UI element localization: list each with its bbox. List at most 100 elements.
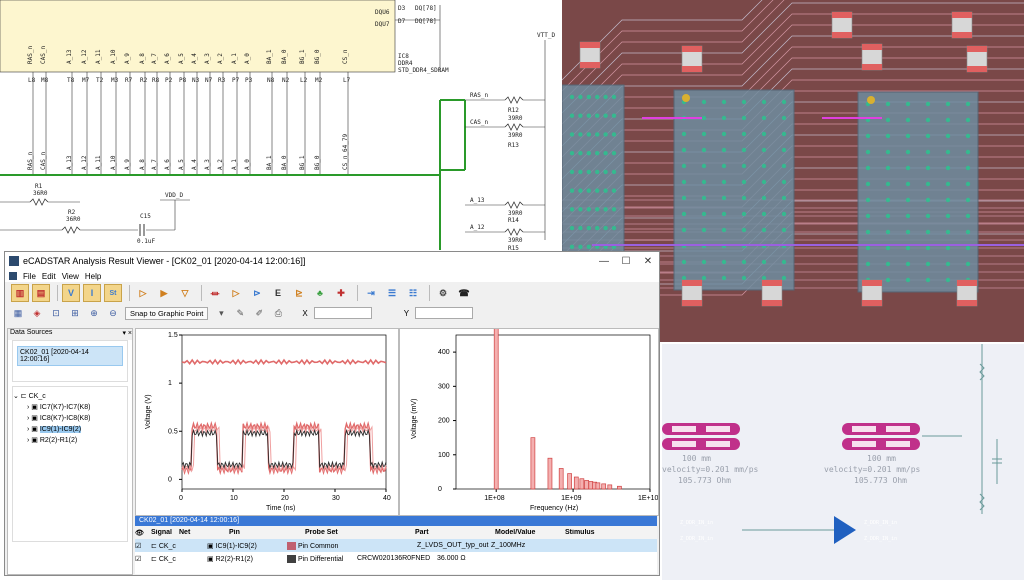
y-axis-label: Voltage (mV) xyxy=(411,399,418,439)
schematic-view[interactable]: DQU6 DQU7 D3 DQ[78] D7 DQ[78] IC8 DDR4 STD_DDR4_… xyxy=(0,0,560,250)
phone-icon[interactable]: ☎ xyxy=(455,284,473,302)
zoom-window-icon[interactable]: ⊡ xyxy=(49,306,63,320)
pin-number: M7 xyxy=(82,77,90,84)
ball-pad xyxy=(741,99,747,105)
ball-pad xyxy=(701,131,707,137)
tline-canvas: 100 mm velocity=0.201 mm/ps 105.773 Ohm 100… xyxy=(662,344,1002,544)
close-button[interactable]: ✕ xyxy=(637,256,659,267)
pin-icon[interactable]: ▾ × xyxy=(122,329,132,340)
data-source-list: CK02_01 [2020-04-14 12:00:16] xyxy=(12,340,128,382)
ball-pad xyxy=(781,275,787,281)
chevron-down-icon[interactable]: ▾ xyxy=(214,306,228,320)
ball-pad xyxy=(603,132,608,137)
statistics-icon[interactable]: St xyxy=(104,284,122,302)
ball-pad xyxy=(905,181,911,187)
ball-pad xyxy=(781,147,787,153)
pin-name: RAS_n xyxy=(27,46,34,64)
snap-to-graphic-point-button[interactable]: Snap to Graphic Point xyxy=(125,306,209,320)
pencil-icon[interactable]: ✎ xyxy=(233,306,247,320)
result-viewer-window[interactable]: eCADSTAR Analysis Result Viewer - [CK02_… xyxy=(4,251,660,576)
ball-pad xyxy=(603,225,608,231)
fit-icon[interactable]: ◈ xyxy=(30,306,44,320)
menu-help[interactable]: Help xyxy=(85,272,101,281)
spectrum-bar xyxy=(579,478,585,490)
menu-file[interactable]: File xyxy=(23,272,36,281)
tree-item[interactable]: › ▣ IC8(K7)-IC8(K8) xyxy=(13,413,127,424)
table-icon[interactable]: ☰ xyxy=(383,284,401,302)
ball-pad xyxy=(965,101,971,107)
print-icon[interactable]: ⎙ xyxy=(271,306,285,320)
pin-number: L2 xyxy=(300,77,308,84)
ball-pad xyxy=(611,225,617,231)
ball-pad xyxy=(905,197,911,203)
data-source-item[interactable]: CK02_01 [2020-04-14 12:00:16] xyxy=(17,346,123,366)
ball-pad xyxy=(761,147,767,153)
table-row[interactable]: ☑ ⊏ CK_c ▣ IC9(1)-IC9(2) Pin Common Z_LV… xyxy=(135,539,657,552)
panel-title: Data Sources xyxy=(10,329,53,336)
tree-root[interactable]: ⌄ ⊏ CK_c xyxy=(13,391,127,402)
minimize-button[interactable]: — xyxy=(593,256,615,267)
expand-icon[interactable]: ⌄ ⊏ xyxy=(13,393,27,400)
cell-pin: ▣ IC9(1)-IC9(2) xyxy=(207,542,257,550)
waveform-icon[interactable]: ▥ xyxy=(11,284,29,302)
net-name: A_13 xyxy=(66,155,73,170)
main-toolbar: ▥ ▤ V I St ▷ ▶ ▽ ⏛ ▷ ⊳ E ⊵ ♣ ✚ ⇥ ☰ ☷ ⚙ ☎ xyxy=(5,282,659,304)
table-row[interactable]: ☑ ⊏ CK_c ▣ R2(2)-R1(2) Pin Differential … xyxy=(135,552,657,565)
x-axis-label: Time (ns) xyxy=(266,505,295,512)
tree-item[interactable]: › ▣ R2(2)-R1(2) xyxy=(13,435,127,446)
resistor-icon[interactable]: ⏛ xyxy=(206,284,224,302)
report-icon[interactable]: ☷ xyxy=(404,284,422,302)
ball-pad xyxy=(741,147,747,153)
table-tab[interactable]: CK02_01 [2020-04-14 12:00:16] xyxy=(135,516,657,526)
driver-icon[interactable]: ▷ xyxy=(227,284,245,302)
tline-highlight xyxy=(706,441,730,447)
ball-pad xyxy=(925,165,931,171)
waveform-chart: 0 10 20 30 40 0 0.5 1 1.5 Time (ns) Voltage (V) xyxy=(145,332,391,512)
receiver-icon[interactable]: ⊳ xyxy=(248,284,266,302)
eye-icon[interactable]: 👁 xyxy=(135,529,151,537)
checkbox[interactable]: ☑ xyxy=(135,542,151,550)
zoom-in-icon[interactable]: ⊕ xyxy=(87,306,101,320)
menu-view[interactable]: View xyxy=(62,272,79,281)
component-icon: ▣ xyxy=(31,426,38,433)
x-coordinate-field[interactable] xyxy=(313,307,372,319)
spectrum-plot[interactable]: 0 100 200 300 400 1E+08 1E+09 1E+10 Frequency (H… xyxy=(399,327,659,516)
cap-pad xyxy=(682,280,702,286)
tline-icon[interactable]: E xyxy=(269,284,287,302)
via-marker xyxy=(682,94,690,102)
gear-icon[interactable]: ⚙ xyxy=(434,284,452,302)
ball-pad xyxy=(681,131,687,137)
maximize-button[interactable]: ☐ xyxy=(615,256,637,267)
net-icon[interactable]: ♣ xyxy=(311,284,329,302)
power-icon[interactable]: ✚ xyxy=(332,284,350,302)
spectrum-icon[interactable]: ▤ xyxy=(32,284,50,302)
ball-pad xyxy=(865,165,871,171)
pin-number: R2 xyxy=(140,77,148,84)
zoom-out-icon[interactable]: ⊖ xyxy=(106,306,120,320)
tree-item[interactable]: › ▣ IC7(K7)-IC7(K8) xyxy=(13,402,127,413)
ball-pad xyxy=(569,94,575,100)
transmission-line-view[interactable]: 100 mm velocity=0.201 mm/ps 105.773 Ohm 100… xyxy=(662,344,1024,580)
ball-pad xyxy=(945,133,951,139)
export-icon[interactable]: ⇥ xyxy=(362,284,380,302)
spectrum-bar xyxy=(547,457,553,490)
menu-edit[interactable]: Edit xyxy=(42,272,56,281)
y-tick-label: 0 xyxy=(168,476,172,483)
zoom-extents-icon[interactable]: ⊞ xyxy=(68,306,82,320)
marker-icon[interactable]: ✐ xyxy=(252,306,266,320)
ball-pad xyxy=(611,207,617,212)
cell-model: 36.000 Ω xyxy=(437,555,466,562)
probe-down-icon[interactable]: ▽ xyxy=(176,284,194,302)
checkbox[interactable]: ☑ xyxy=(135,555,151,563)
pin-number: N7 xyxy=(205,77,213,84)
current-icon[interactable]: I xyxy=(83,284,101,302)
y-coordinate-field[interactable] xyxy=(415,307,474,319)
waveform-plot[interactable]: 0 10 20 30 40 0 0.5 1 1.5 Time (ns) Voltage (V) xyxy=(135,328,399,516)
grid-icon[interactable]: ▦ xyxy=(11,306,25,320)
tree-item[interactable]: › ▣ IC9(1)-IC9(2) xyxy=(13,424,127,435)
probe-arrow-icon[interactable]: ▶ xyxy=(155,284,173,302)
ball-pad xyxy=(578,244,583,250)
termination-icon[interactable]: ⊵ xyxy=(290,284,308,302)
voltage-icon[interactable]: V xyxy=(62,284,80,302)
probe-icon[interactable]: ▷ xyxy=(134,284,152,302)
